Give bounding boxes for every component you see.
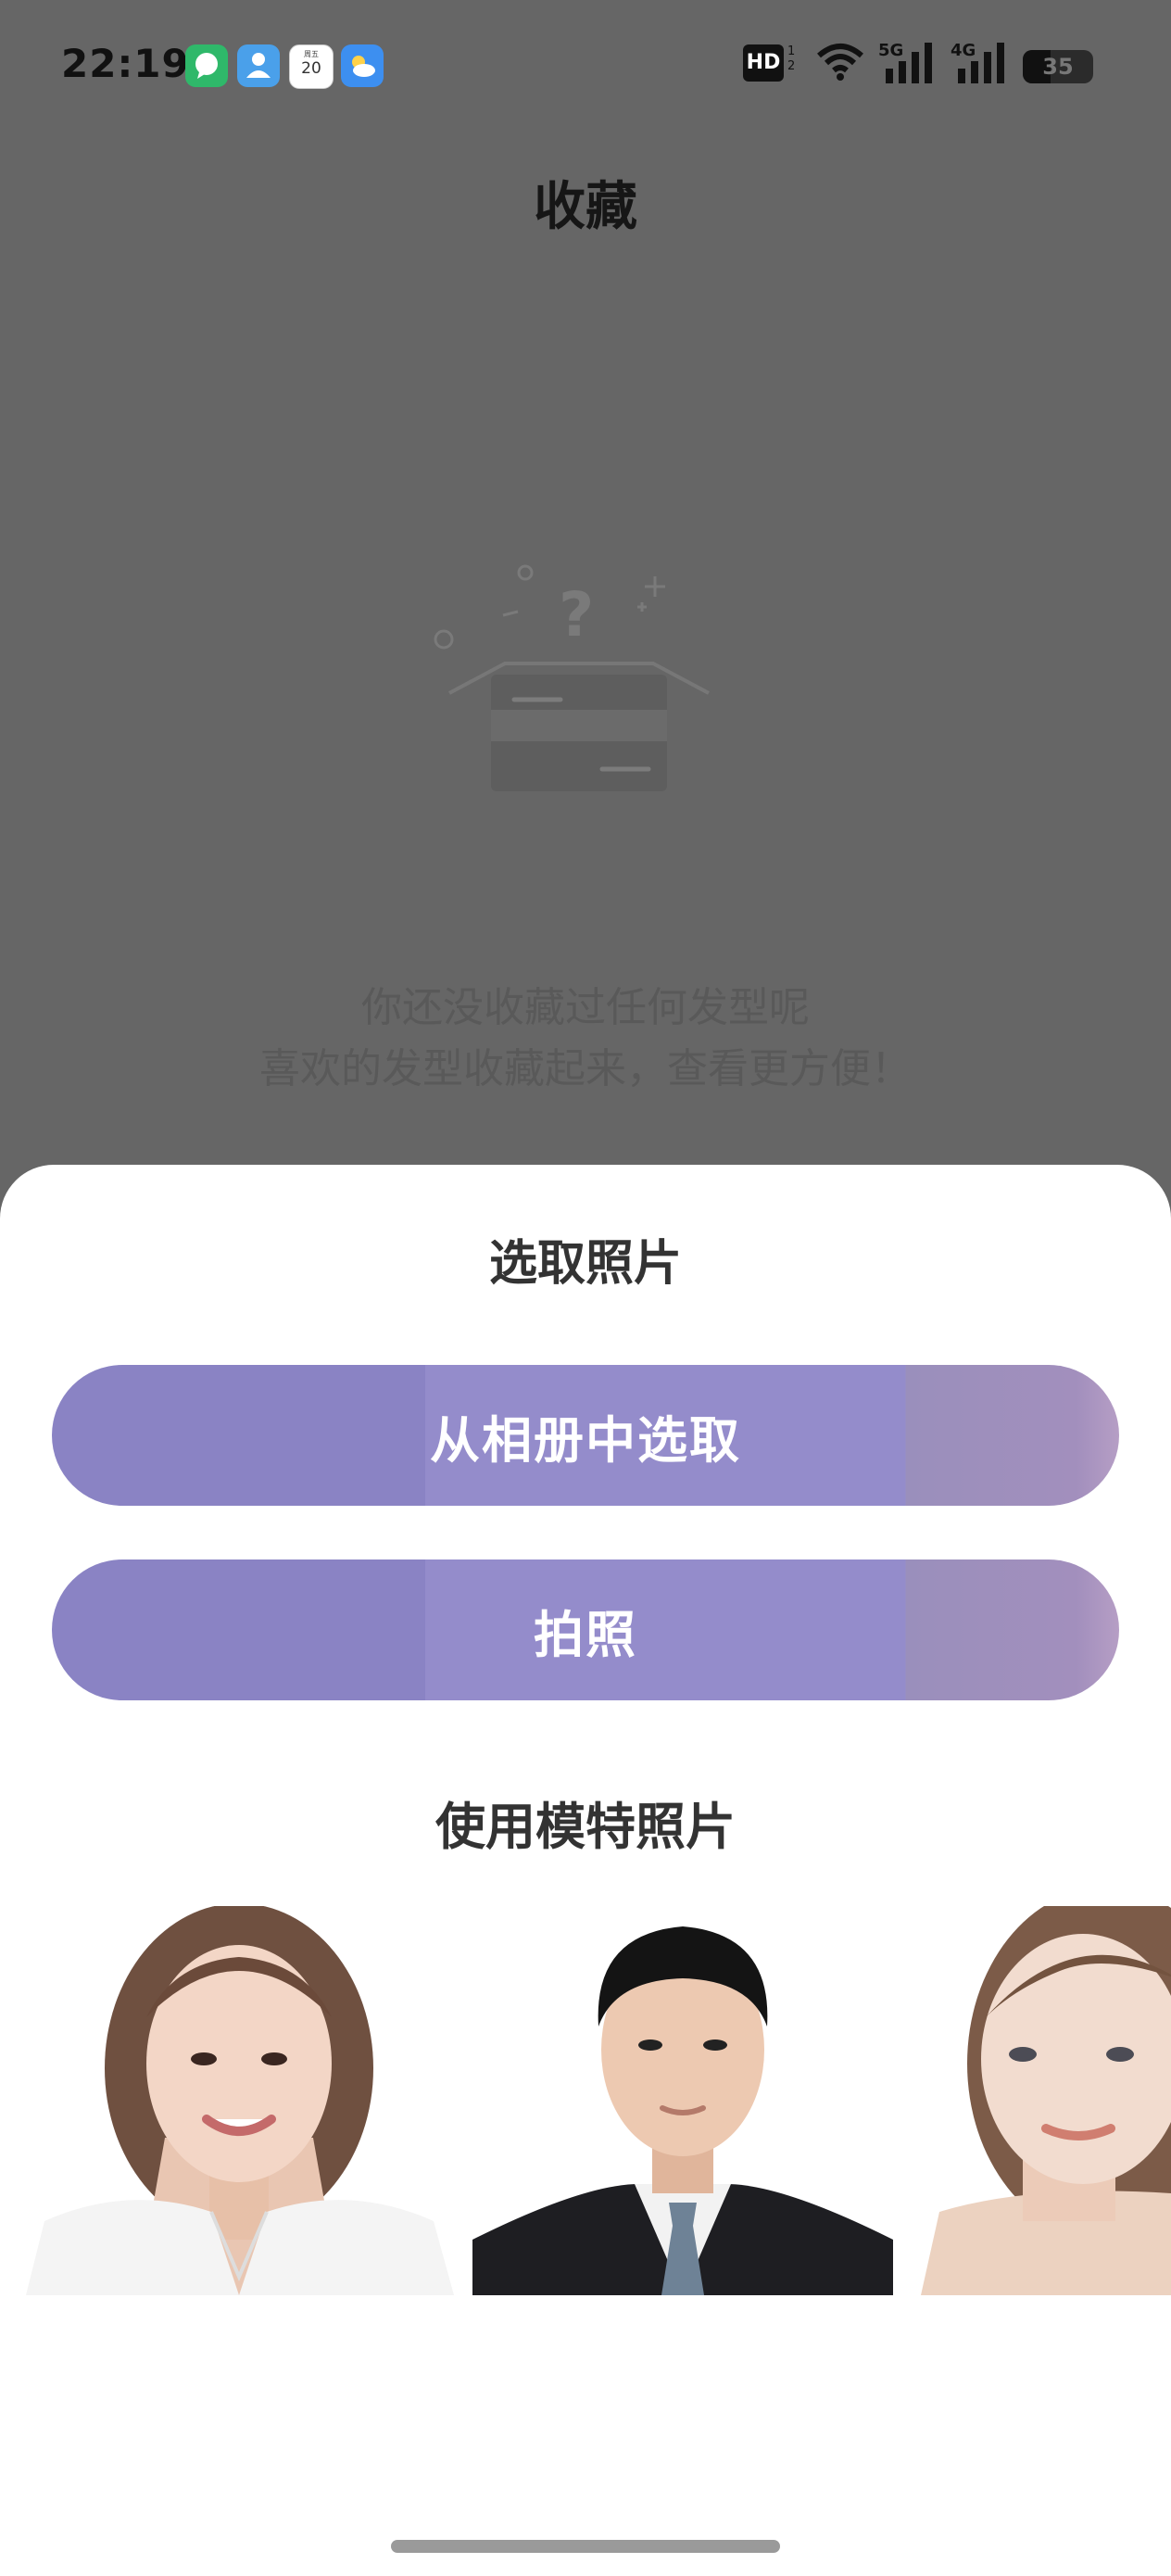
signal-5g-icon: 5G bbox=[878, 41, 938, 89]
sheet-title: 选取照片 bbox=[488, 1236, 682, 1292]
weather-app-icon bbox=[341, 44, 384, 87]
female-model-2-photo[interactable] bbox=[921, 1906, 1171, 2295]
svg-text:?: ? bbox=[559, 579, 594, 650]
empty-message-line1: 你还没收藏过任何发型呢 bbox=[361, 984, 810, 1031]
hd-sim-marks: 12 bbox=[787, 44, 796, 73]
sim2-network: 4G bbox=[951, 41, 976, 60]
hd-label: HD bbox=[743, 44, 784, 82]
sim1-network: 5G bbox=[878, 41, 904, 60]
empty-message: 你还没收藏过任何发型呢 喜欢的发型收藏起来，查看更方便！ bbox=[252, 978, 919, 1100]
models-section-title: 使用模特照片 bbox=[435, 1798, 736, 1856]
male-model-photo[interactable] bbox=[472, 1906, 893, 2295]
choose-from-album-button[interactable]: 从相册中选取 bbox=[52, 1365, 1119, 1506]
battery-icon: 35 bbox=[1023, 50, 1093, 83]
empty-box-icon: ? bbox=[422, 554, 737, 808]
photo-picker-sheet: 选取照片 从相册中选取 拍照 使用模特照片 bbox=[0, 1165, 1171, 2576]
status-time: 22:19 bbox=[61, 41, 190, 86]
status-bar: 22:19 周五 20 HD 12 5G 4G 35 bbox=[0, 0, 1171, 139]
calendar-month: 周五 bbox=[304, 50, 319, 58]
empty-message-line2: 喜欢的发型收藏起来，查看更方便！ bbox=[259, 1045, 912, 1092]
take-photo-button[interactable]: 拍照 bbox=[52, 1559, 1119, 1700]
calendar-app-icon: 周五 20 bbox=[289, 44, 334, 89]
battery-level: 35 bbox=[1042, 54, 1074, 80]
person-app-icon bbox=[237, 44, 280, 87]
page-title: 收藏 bbox=[534, 177, 637, 237]
female-model-1-photo[interactable] bbox=[26, 1906, 454, 2295]
chat-app-icon bbox=[185, 44, 228, 87]
calendar-day: 20 bbox=[301, 59, 321, 78]
signal-4g-icon: 4G bbox=[951, 41, 1010, 89]
home-indicator[interactable] bbox=[391, 2540, 780, 2553]
hd-icon: HD 12 bbox=[743, 44, 795, 82]
wifi-icon bbox=[815, 43, 865, 85]
